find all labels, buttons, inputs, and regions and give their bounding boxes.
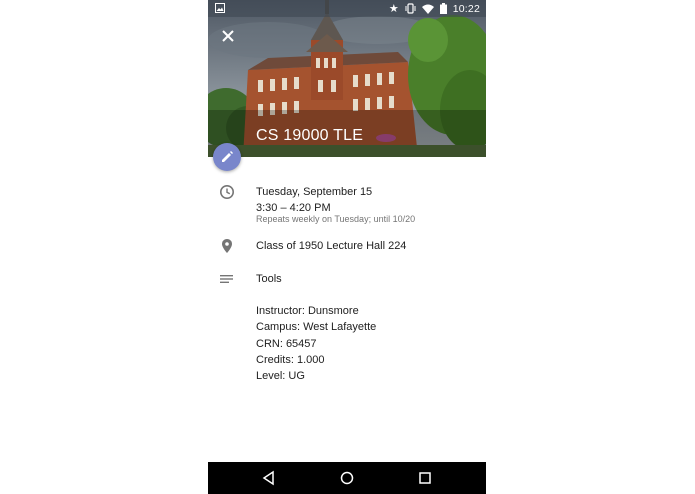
description-title: Tools <box>256 273 282 285</box>
star-icon: ★ <box>388 3 399 15</box>
event-location[interactable]: Class of 1950 Lecture Hall 224 <box>256 240 406 252</box>
home-icon[interactable] <box>339 470 355 486</box>
navigation-bar <box>208 462 486 494</box>
description-line: Campus: West Lafayette <box>256 321 377 333</box>
description-line: Credits: 1.000 <box>256 354 325 366</box>
status-bar: ★ 10:22 <box>208 0 486 17</box>
image-icon <box>215 3 225 13</box>
recents-icon[interactable] <box>417 470 433 486</box>
event-date: Tuesday, September 15 <box>256 186 373 198</box>
battery-icon <box>439 3 447 14</box>
location-pin-icon <box>222 239 232 253</box>
description-line: Instructor: Dunsmore <box>256 305 359 317</box>
close-icon <box>222 30 234 42</box>
close-button[interactable] <box>218 26 238 46</box>
clock-icon <box>220 185 234 199</box>
vibrate-icon <box>405 3 416 14</box>
clock-time: 10:22 <box>452 2 480 15</box>
description-line: CRN: 65457 <box>256 338 317 350</box>
event-repeat-rule: Repeats weekly on Tuesday; until 10/20 <box>256 214 416 224</box>
event-time-range: 3:30 – 4:20 PM <box>256 202 331 214</box>
back-icon[interactable] <box>261 470 277 486</box>
notes-icon <box>220 275 233 283</box>
event-title: CS 19000 TLE <box>256 127 364 144</box>
wifi-icon <box>421 4 434 14</box>
description-line: Level: UG <box>256 370 305 382</box>
pencil-icon <box>222 151 233 162</box>
edit-button[interactable] <box>213 143 241 171</box>
event-detail-screen: ★ 10:22 CS 19000 TLE Tuesday, September … <box>208 0 486 494</box>
